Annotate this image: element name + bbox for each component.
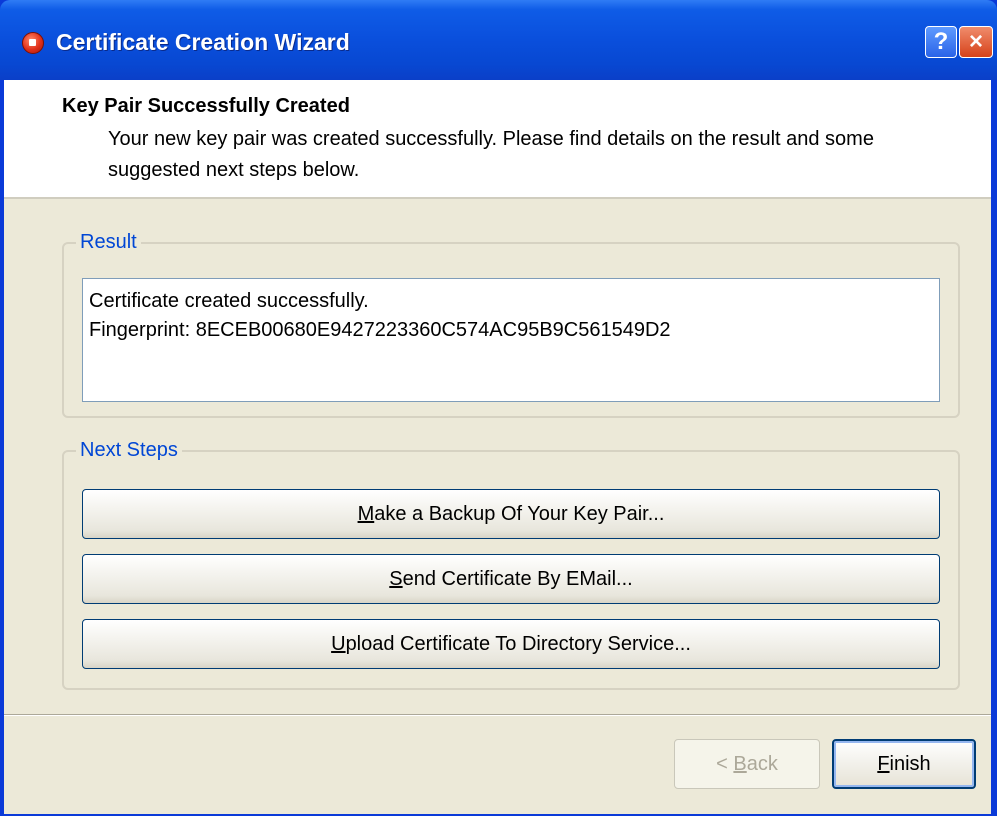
help-icon[interactable]: ?: [925, 26, 957, 58]
upload-certificate-button[interactable]: Upload Certificate To Directory Service.…: [82, 619, 940, 669]
backup-label: ake a Backup Of Your Key Pair...: [374, 502, 665, 525]
backup-mnemonic: M: [357, 502, 375, 525]
wizard-body: Key Pair Successfully Created Your new k…: [4, 80, 991, 814]
back-mnemonic: B: [733, 752, 747, 775]
finish-label: inish: [889, 752, 931, 775]
finish-mnemonic: F: [877, 752, 890, 775]
result-status-line: Certificate created successfully.: [89, 290, 369, 312]
upload-label: pload Certificate To Directory Service..…: [345, 632, 691, 655]
close-icon[interactable]: ×: [959, 26, 993, 58]
page-title: Key Pair Successfully Created: [62, 95, 350, 117]
title-bar[interactable]: Certificate Creation Wizard ? ×: [0, 0, 997, 80]
back-label: ack: [746, 752, 778, 775]
wizard-header: Key Pair Successfully Created Your new k…: [4, 80, 991, 199]
result-group: Result Certificate created successfully.…: [62, 231, 960, 418]
wizard-window: Certificate Creation Wizard ? × Key Pair…: [0, 0, 997, 816]
back-prefix: <: [716, 752, 734, 775]
back-button[interactable]: < Back: [674, 739, 820, 789]
email-mnemonic: S: [389, 567, 403, 590]
next-steps-group: Next Steps Make a Backup Of Your Key Pai…: [62, 439, 960, 690]
finish-button[interactable]: Finish: [832, 739, 976, 789]
upload-mnemonic: U: [331, 632, 346, 655]
backup-key-pair-button[interactable]: Make a Backup Of Your Key Pair...: [82, 489, 940, 539]
send-certificate-email-button[interactable]: Send Certificate By EMail...: [82, 554, 940, 604]
next-steps-legend: Next Steps: [76, 439, 182, 462]
email-label: end Certificate By EMail...: [402, 567, 633, 590]
result-legend: Result: [76, 231, 141, 254]
window-title: Certificate Creation Wizard: [56, 29, 350, 55]
result-textbox[interactable]: Certificate created successfully. Finger…: [82, 278, 940, 402]
footer-separator: [4, 714, 991, 716]
page-description: Your new key pair was created successful…: [108, 128, 874, 181]
result-fingerprint-line: Fingerprint: 8ECEB00680E9427223360C574AC…: [89, 319, 671, 341]
certificate-app-icon: [22, 32, 44, 54]
